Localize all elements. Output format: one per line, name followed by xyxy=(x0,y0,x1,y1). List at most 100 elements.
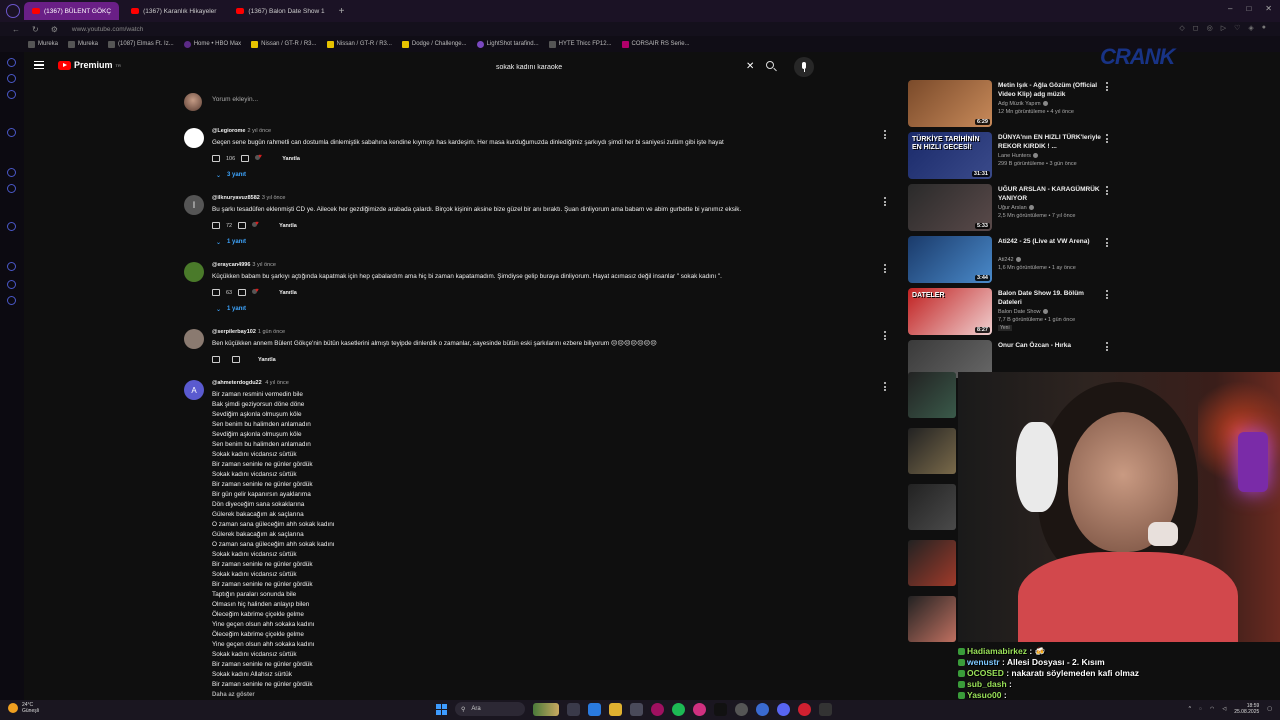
reply-button[interactable]: Yanıtla xyxy=(258,357,276,363)
replies-toggle[interactable]: ⌄ 3 yanıt xyxy=(216,172,246,179)
reply-button[interactable]: Yanıtla xyxy=(279,290,297,296)
youtube-logo[interactable]: Premium TR xyxy=(58,60,121,70)
bookmark-item[interactable]: Dodge / Challenge... xyxy=(401,40,467,48)
channel-name[interactable]: Uğur Arslan xyxy=(998,205,1034,211)
wifi-icon[interactable]: ◠ xyxy=(1210,706,1214,712)
comment-menu-icon[interactable] xyxy=(884,130,887,141)
comment-time[interactable]: 2 yıl önce xyxy=(247,128,271,134)
browser-tab[interactable]: (1367) BÜLENT GÖKÇ xyxy=(24,2,120,20)
replies-toggle[interactable]: ⌄ 1 yanıt xyxy=(216,239,246,246)
sidebar-app-icon[interactable] xyxy=(7,222,16,231)
minimize-icon[interactable]: – xyxy=(1228,4,1232,13)
sidebar-app-icon[interactable] xyxy=(7,168,16,177)
app-icon[interactable] xyxy=(756,702,769,716)
extension-icon[interactable]: ◻ xyxy=(1193,24,1199,32)
video-thumbnail[interactable]: 6:29 xyxy=(908,80,992,127)
related-video[interactable]: 5:33 UĞUR ARSLAN - KARAGÜMRÜK YANIYOR Uğur… xyxy=(908,184,1122,232)
comment-menu-icon[interactable] xyxy=(884,264,887,275)
start-icon[interactable] xyxy=(436,703,447,715)
mic-icon[interactable]: ◌ xyxy=(1199,706,1202,712)
browser-app-icon[interactable] xyxy=(588,702,601,716)
dislike-icon[interactable] xyxy=(241,155,250,162)
extension-icon[interactable]: ▷ xyxy=(1221,24,1226,32)
video-thumbnail[interactable] xyxy=(908,540,956,586)
sidebar-app-icon[interactable] xyxy=(7,184,16,193)
video-thumbnail[interactable] xyxy=(908,428,956,474)
show-less-button[interactable]: Daha az göster xyxy=(212,690,335,700)
video-thumbnail[interactable]: 3:44 xyxy=(908,236,992,283)
app-icon[interactable] xyxy=(798,702,811,716)
sidebar-app-icon[interactable] xyxy=(7,128,16,137)
avatar[interactable]: A xyxy=(184,380,204,400)
replies-toggle[interactable]: ⌄ 1 yanıt xyxy=(216,306,246,313)
video-thumbnail[interactable] xyxy=(908,484,956,530)
opera-gx-icon[interactable] xyxy=(651,702,664,716)
instagram-icon[interactable] xyxy=(693,702,706,716)
comment-time[interactable]: 1 gün önce xyxy=(258,329,285,335)
video-title[interactable]: Balon Date Show 19. Bölüm Dateleri xyxy=(998,290,1102,307)
bookmark-item[interactable]: LightShot tarafind... xyxy=(476,40,539,48)
video-menu-icon[interactable] xyxy=(1106,342,1109,353)
reply-button[interactable]: Yanıtla xyxy=(279,223,297,229)
video-menu-icon[interactable] xyxy=(1106,290,1109,301)
search-button[interactable] xyxy=(765,60,779,74)
sidebar-app-icon[interactable] xyxy=(7,296,16,305)
profile-icon[interactable]: ● xyxy=(1262,24,1266,32)
comment-time[interactable]: 4 yıl önce xyxy=(265,380,289,386)
comment-author[interactable]: @ahmeterdogdu22 xyxy=(212,380,262,386)
comment-time[interactable]: 3 yıl önce xyxy=(262,195,286,201)
comment-author[interactable]: @ilknuryavuz8582 xyxy=(212,195,260,201)
add-comment-input[interactable]: Yorum ekleyin... xyxy=(212,96,258,103)
sidebar-app-icon[interactable] xyxy=(7,262,16,271)
back-icon[interactable]: ← xyxy=(12,25,20,34)
video-thumbnail[interactable] xyxy=(908,372,956,418)
comment-author[interactable]: @serpilerbay102 xyxy=(212,329,256,335)
url-field[interactable]: www.youtube.com/watch xyxy=(72,26,144,33)
video-thumbnail[interactable]: DATELER 8:27 xyxy=(908,288,992,335)
video-menu-icon[interactable] xyxy=(1106,186,1109,197)
avatar[interactable]: İ xyxy=(184,195,204,215)
chat-username[interactable]: OCOSED xyxy=(967,668,1004,678)
extension-icon[interactable]: ◎ xyxy=(1207,24,1213,32)
channel-name[interactable]: Lane Hunters xyxy=(998,153,1039,159)
related-video[interactable]: DATELER 8:27 Balon Date Show 19. Bölüm Dat… xyxy=(908,288,1122,336)
video-title[interactable]: UĞUR ARSLAN - KARAGÜMRÜK YANIYOR xyxy=(998,186,1102,203)
like-icon[interactable] xyxy=(212,356,220,363)
avatar[interactable] xyxy=(184,128,204,148)
volume-icon[interactable]: ◁ xyxy=(1222,706,1226,712)
sidebar-app-icon[interactable] xyxy=(7,74,16,83)
dislike-icon[interactable] xyxy=(238,289,247,296)
store-icon[interactable] xyxy=(630,702,643,716)
extension-icon[interactable]: ◈ xyxy=(1248,24,1253,32)
comment-menu-icon[interactable] xyxy=(884,197,887,208)
new-tab-button[interactable]: + xyxy=(339,6,345,17)
tray-overflow-icon[interactable]: ^ xyxy=(1189,706,1191,712)
channel-name[interactable]: Balon Date Show xyxy=(998,309,1048,315)
video-title[interactable]: DÜNYA'nın EN HIZLI TÜRK'leriyle REKOR KI… xyxy=(998,134,1102,151)
reply-button[interactable]: Yanıtla xyxy=(282,156,300,162)
tiktok-icon[interactable] xyxy=(714,702,727,716)
discord-icon[interactable] xyxy=(777,702,790,716)
sidebar-app-icon[interactable] xyxy=(7,280,16,289)
dislike-icon[interactable] xyxy=(232,356,240,363)
sidebar-app-icon[interactable] xyxy=(7,58,16,67)
chat-username[interactable]: Yasuo00 xyxy=(967,690,1002,700)
clock[interactable]: 18:59 25.08.2025 xyxy=(1234,703,1259,715)
related-video[interactable]: TÜRKİYE TARİHİNİN EN HIZLI GECESİ! 31:31 D… xyxy=(908,132,1122,180)
video-thumbnail[interactable]: 5:33 xyxy=(908,184,992,231)
like-icon[interactable] xyxy=(212,222,220,229)
related-video[interactable]: 6:29 Metin Işık - Ağla Gözüm (Official Vi… xyxy=(908,80,1122,128)
task-view-icon[interactable] xyxy=(567,702,580,716)
like-icon[interactable] xyxy=(212,155,220,162)
app-icon[interactable] xyxy=(819,702,832,716)
like-icon[interactable] xyxy=(212,289,220,296)
chat-username[interactable]: wenustr xyxy=(967,657,1000,667)
file-explorer-icon[interactable] xyxy=(609,702,622,716)
bookmark-item[interactable]: Mureka xyxy=(68,40,98,48)
maximize-icon[interactable]: □ xyxy=(1246,4,1251,13)
comment-time[interactable]: 3 yıl önce xyxy=(252,262,276,268)
dislike-icon[interactable] xyxy=(238,222,247,229)
menu-icon[interactable] xyxy=(34,61,44,69)
site-info-icon[interactable]: ⚙ xyxy=(51,25,58,34)
weather-widget[interactable]: 24°C Güneşli xyxy=(8,702,39,714)
